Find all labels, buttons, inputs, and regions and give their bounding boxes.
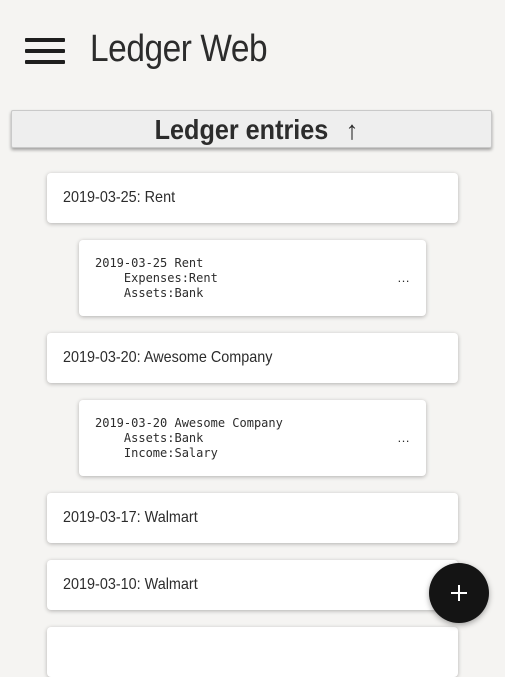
entry-label: 2019-03-25: Rent: [63, 189, 176, 206]
ledger-entry-walmart-0317[interactable]: 2019-03-17: Walmart: [47, 493, 458, 543]
ledger-entry-rent[interactable]: 2019-03-25: Rent: [47, 173, 458, 223]
hamburger-menu-icon[interactable]: [25, 38, 65, 64]
entry-label: 2019-03-20: Awesome Company: [63, 349, 273, 366]
section-title: Ledger entries: [154, 114, 328, 145]
entry-detail-rent[interactable]: 2019-03-25 Rent Expenses:Rent Assets:Ban…: [79, 240, 426, 316]
entry-label: 2019-03-17: Walmart: [63, 509, 198, 526]
ledger-entries-header[interactable]: Ledger entries ↑: [11, 110, 492, 148]
ledger-entry-awesome-company[interactable]: 2019-03-20: Awesome Company: [47, 333, 458, 383]
app-title: Ledger Web: [90, 28, 268, 70]
more-icon[interactable]: …: [397, 430, 410, 445]
transaction-text: 2019-03-25 Rent Expenses:Rent Assets:Ban…: [95, 256, 218, 300]
app-bar: Ledger Web: [0, 0, 505, 100]
sort-ascending-icon[interactable]: ↑: [345, 111, 358, 149]
entry-detail-awesome-company[interactable]: 2019-03-20 Awesome Company Assets:Bank I…: [79, 400, 426, 476]
transaction-text: 2019-03-20 Awesome Company Assets:Bank I…: [95, 416, 283, 460]
entry-label: 2019-03-10: Walmart: [63, 576, 198, 593]
add-entry-button[interactable]: [429, 563, 489, 623]
ledger-entry-walmart-0310[interactable]: 2019-03-10: Walmart: [47, 560, 458, 610]
more-icon[interactable]: …: [397, 270, 410, 285]
ledger-entry-partial[interactable]: [47, 627, 458, 677]
plus-icon: [451, 585, 467, 601]
